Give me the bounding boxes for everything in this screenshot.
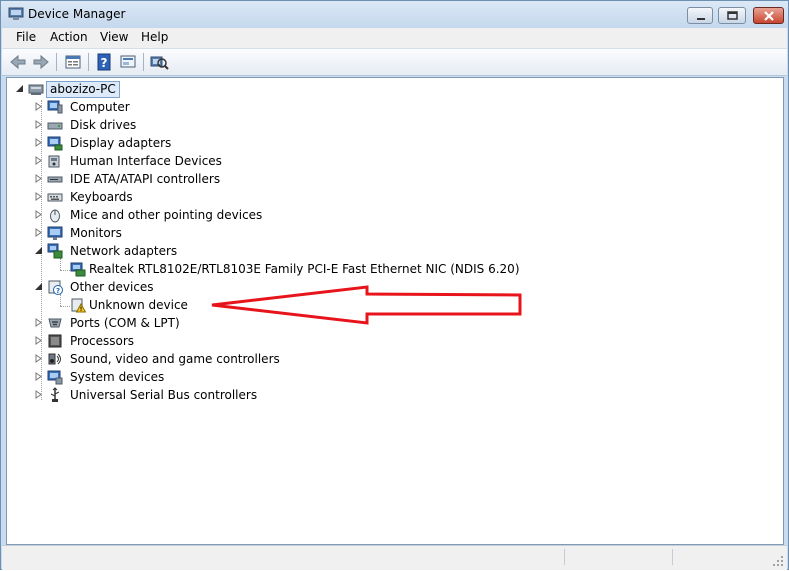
forward-button[interactable] xyxy=(31,52,51,72)
category-label[interactable]: Keyboards xyxy=(70,188,133,206)
processor-icon xyxy=(48,334,62,348)
category-label[interactable]: Other devices xyxy=(70,278,154,296)
expanded-arrow-icon[interactable] xyxy=(34,246,43,255)
maximize-button[interactable] xyxy=(718,7,746,24)
minimize-button[interactable] xyxy=(687,7,713,24)
ethernet-nic-icon xyxy=(70,262,86,277)
mouse-icon xyxy=(50,209,60,223)
collapsed-arrow-icon[interactable] xyxy=(34,120,43,129)
collapsed-arrow-icon[interactable] xyxy=(34,354,43,363)
collapsed-arrow-icon[interactable] xyxy=(34,174,43,183)
close-icon xyxy=(764,11,774,21)
menu-view[interactable]: View xyxy=(100,30,128,44)
menu-file[interactable]: File xyxy=(16,30,36,44)
expanded-arrow-icon[interactable] xyxy=(34,282,43,291)
category-label[interactable]: Monitors xyxy=(70,224,122,242)
menu-bar: File Action View Help xyxy=(2,28,787,49)
warning-device-icon xyxy=(71,298,86,313)
collapsed-arrow-icon[interactable] xyxy=(34,156,43,165)
category-label[interactable]: Disk drives xyxy=(70,116,136,134)
category-label[interactable]: Human Interface Devices xyxy=(70,152,222,170)
maximize-icon xyxy=(727,11,738,20)
toolbar: ? xyxy=(2,49,787,76)
category-label[interactable]: Ports (COM & LPT) xyxy=(70,314,180,332)
svg-text:?: ? xyxy=(101,56,108,70)
title-bar[interactable]: Device Manager xyxy=(1,1,788,29)
collapsed-arrow-icon[interactable] xyxy=(34,318,43,327)
back-button[interactable] xyxy=(8,52,28,72)
status-bar xyxy=(2,545,787,570)
collapsed-arrow-icon[interactable] xyxy=(34,192,43,201)
tree-guide-line xyxy=(60,270,70,271)
properties-button[interactable] xyxy=(63,52,83,72)
menu-action[interactable]: Action xyxy=(50,30,88,44)
expanded-arrow-icon[interactable] xyxy=(15,84,24,93)
category-label[interactable]: Sound, video and game controllers xyxy=(70,350,280,368)
collapsed-arrow-icon[interactable] xyxy=(34,102,43,111)
network-adapter-icon xyxy=(47,243,63,259)
toolbar-separator xyxy=(88,53,89,71)
computer-icon xyxy=(47,100,63,114)
tree-guide-line xyxy=(60,258,61,270)
collapsed-arrow-icon[interactable] xyxy=(34,336,43,345)
device-label[interactable]: Unknown device xyxy=(89,296,188,314)
menu-help[interactable]: Help xyxy=(141,30,168,44)
status-pane xyxy=(672,549,673,565)
collapsed-arrow-icon[interactable] xyxy=(34,372,43,381)
hid-icon xyxy=(48,155,60,168)
computer-icon xyxy=(28,84,44,95)
system-devices-icon xyxy=(47,370,63,385)
close-button[interactable] xyxy=(753,7,784,24)
device-label[interactable]: Realtek RTL8102E/RTL8103E Family PCI-E F… xyxy=(89,260,520,278)
collapsed-arrow-icon[interactable] xyxy=(34,210,43,219)
tree-guide-line xyxy=(60,294,61,306)
device-manager-icon xyxy=(8,7,24,20)
collapsed-arrow-icon[interactable] xyxy=(34,228,43,237)
collapsed-arrow-icon[interactable] xyxy=(34,390,43,399)
port-icon xyxy=(48,318,62,328)
disk-drive-icon xyxy=(47,122,63,130)
help-button[interactable]: ? xyxy=(94,52,114,72)
keyboard-icon xyxy=(47,193,63,202)
resize-grip-icon[interactable] xyxy=(772,555,784,567)
category-label[interactable]: Processors xyxy=(70,332,134,350)
other-devices-icon: ? xyxy=(48,280,63,295)
tree-guide-line xyxy=(60,306,70,307)
category-label[interactable]: System devices xyxy=(70,368,164,386)
collapsed-arrow-icon[interactable] xyxy=(34,138,43,147)
device-manager-window: Device Manager File Action View Help ? a… xyxy=(0,0,789,570)
usb-icon xyxy=(50,387,60,402)
category-label[interactable]: IDE ATA/ATAPI controllers xyxy=(70,170,220,188)
category-label[interactable]: Mice and other pointing devices xyxy=(70,206,262,224)
toolbar-separator xyxy=(56,53,57,71)
status-pane xyxy=(564,549,565,565)
display-adapter-icon xyxy=(47,136,63,151)
display-button[interactable] xyxy=(118,52,138,72)
svg-text:?: ? xyxy=(56,287,60,295)
monitor-icon xyxy=(47,226,63,240)
category-label[interactable]: Network adapters xyxy=(70,242,177,260)
computer-name[interactable]: abozizo-PC xyxy=(46,81,120,98)
minimize-icon xyxy=(697,18,705,20)
category-label[interactable]: Display adapters xyxy=(70,134,171,152)
category-label[interactable]: Universal Serial Bus controllers xyxy=(70,386,257,404)
scan-hardware-button[interactable] xyxy=(149,52,169,72)
sound-icon xyxy=(48,353,61,365)
ide-controller-icon xyxy=(47,176,63,183)
toolbar-separator xyxy=(143,53,144,71)
device-tree[interactable]: abozizo-PC Computer Disk drives Display ad… xyxy=(6,77,784,545)
window-title: Device Manager xyxy=(28,7,126,21)
category-label[interactable]: Computer xyxy=(70,98,130,116)
